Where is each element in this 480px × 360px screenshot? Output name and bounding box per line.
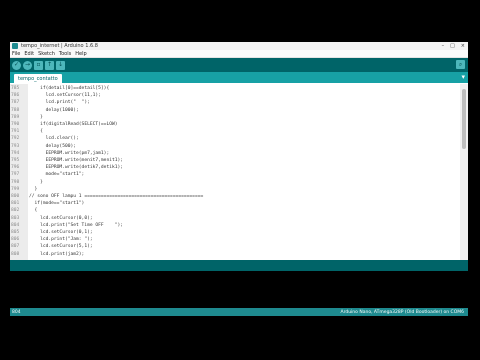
code-text[interactable]: } [29, 115, 43, 120]
code-text[interactable]: // sono OFF lampu 1 ====================… [29, 194, 203, 199]
status-board-port: Arduino Nano, ATmega328P (Old Bootloader… [340, 309, 465, 315]
scrollbar-thumb[interactable] [462, 89, 466, 149]
code-line[interactable]: 799 } [10, 187, 450, 194]
console-area [10, 260, 468, 271]
line-number: 807 [11, 244, 20, 250]
code-text[interactable]: lcd.setCursor(0,1); [29, 230, 93, 235]
code-line[interactable]: 795 EEPROM.write(menit7,menit1); [10, 158, 450, 165]
code-text[interactable]: if(detail[0]==detail[5]){ [29, 86, 109, 91]
code-line[interactable]: 802 { [10, 208, 450, 215]
code-line[interactable]: 798 } [10, 180, 450, 187]
upload-button[interactable]: → [23, 60, 32, 70]
maximize-icon[interactable]: □ [450, 43, 455, 49]
code-line[interactable]: 790 if(digitalRead(SELECT)==LOW) [10, 122, 450, 129]
code-line[interactable]: 808 lcd.print(jam2); [10, 252, 450, 259]
code-line[interactable]: 785 if(detail[0]==detail[5]){ [10, 86, 450, 93]
line-number: 788 [11, 107, 20, 113]
save-button[interactable]: ↓ [56, 60, 65, 70]
menu-tools[interactable]: Tools [59, 51, 71, 57]
new-button[interactable]: ▫ [34, 60, 43, 70]
line-number: 791 [11, 129, 20, 135]
code-line[interactable]: 788 delay(1000); [10, 108, 450, 115]
line-number: 797 [11, 172, 20, 178]
line-number: 795 [11, 158, 20, 163]
code-line[interactable]: 794 EEPROM.write(pm7,jam1); [10, 151, 450, 158]
code-line[interactable]: 800 // sono OFF lampu 1 =================… [10, 194, 450, 201]
editor-scrollbar[interactable] [460, 84, 468, 260]
line-number: 808 [11, 251, 20, 257]
code-text[interactable]: lcd.print("Set Time OFF "); [29, 223, 123, 228]
line-number: 804 [11, 222, 20, 228]
code-text[interactable]: if(digitalRead(SELECT)==LOW) [29, 122, 117, 127]
code-text[interactable]: lcd.print("Jam: "); [29, 237, 93, 242]
line-number: 787 [11, 100, 20, 106]
line-number: 790 [11, 122, 20, 127]
menu-bar: File Edit Sketch Tools Help [10, 50, 468, 58]
line-number: 786 [11, 93, 20, 99]
line-number: 803 [11, 215, 20, 221]
code-text[interactable]: } [29, 180, 43, 185]
code-editor[interactable]: 785 if(detail[0]==detail[5]){786 lcd.set… [10, 84, 468, 260]
line-number: 802 [11, 208, 20, 214]
code-line[interactable]: 797 mode="start1"; [10, 172, 450, 179]
menu-edit[interactable]: Edit [24, 51, 34, 57]
code-line[interactable]: 803 lcd.setCursor(0,0); [10, 216, 450, 223]
line-number: 793 [11, 143, 20, 149]
title-bar: tempo_internet | Arduino 1.6.8 – □ × [10, 42, 468, 50]
minimize-icon[interactable]: – [442, 43, 445, 49]
line-number: 794 [11, 150, 20, 156]
status-line-number: 804 [12, 309, 21, 315]
arduino-icon [12, 43, 18, 49]
line-number: 789 [11, 114, 20, 120]
open-button[interactable]: ↑ [45, 60, 54, 70]
code-text[interactable]: } [29, 187, 38, 192]
line-number: 806 [11, 237, 20, 243]
code-text[interactable]: delay(1000); [29, 108, 79, 113]
code-line[interactable]: 804 lcd.print("Set Time OFF "); [10, 223, 450, 230]
code-text[interactable]: lcd.setCursor(5,1); [29, 244, 93, 249]
code-line[interactable]: 793 delay(500); [10, 144, 450, 151]
line-number: 799 [11, 186, 20, 192]
code-text[interactable]: lcd.setCursor(0,0); [29, 216, 93, 221]
window-controls: – □ × [442, 43, 465, 49]
code-text[interactable]: EEPROM.write(pm7,jam1); [29, 151, 110, 156]
code-line[interactable]: 792 lcd.clear(); [10, 136, 450, 143]
line-number: 800 [11, 194, 20, 199]
code-text[interactable]: EEPROM.write(menit7,menit1); [29, 158, 123, 163]
code-text[interactable]: { [29, 129, 43, 134]
window-title: tempo_internet | Arduino 1.6.8 [21, 43, 98, 49]
serial-monitor-icon[interactable]: ⌕ [456, 60, 465, 69]
code-text[interactable]: mode="start1"; [29, 172, 85, 177]
line-number: 798 [11, 179, 20, 185]
ide-window: tempo_internet | Arduino 1.6.8 – □ × Fil… [10, 42, 468, 271]
line-number: 801 [11, 201, 20, 207]
code-text[interactable]: delay(500); [29, 144, 76, 149]
menu-sketch[interactable]: Sketch [38, 51, 55, 57]
menu-file[interactable]: File [12, 51, 20, 57]
code-text[interactable]: lcd.print(" "); [29, 100, 90, 105]
line-number: 805 [11, 230, 20, 235]
line-number: 792 [11, 136, 20, 142]
tab-bar: tempo_contatto ▾ [10, 72, 468, 83]
code-text[interactable]: if(mode=="start1") [29, 201, 85, 206]
close-icon[interactable]: × [461, 43, 465, 49]
code-line[interactable]: 787 lcd.print(" "); [10, 100, 450, 107]
code-line[interactable]: 801 if(mode=="start1") [10, 201, 450, 208]
code-line[interactable]: 807 lcd.setCursor(5,1); [10, 244, 450, 251]
code-text[interactable]: lcd.clear(); [29, 136, 79, 141]
verify-button[interactable]: ✓ [12, 60, 21, 70]
line-number: 785 [11, 86, 20, 91]
code-text[interactable]: { [29, 208, 38, 213]
code-text[interactable]: lcd.print(jam2); [29, 252, 84, 257]
tab-tempo-contatto[interactable]: tempo_contatto [14, 74, 62, 83]
code-line[interactable]: 805 lcd.setCursor(0,1); [10, 230, 450, 237]
toolbar: ✓ → ▫ ↑ ↓ ⌕ [10, 58, 468, 72]
menu-help[interactable]: Help [75, 51, 86, 57]
code-text[interactable]: EEPROM.write(detik7,detik1); [29, 165, 123, 170]
code-line[interactable]: 789 } [10, 115, 450, 122]
tab-menu-icon[interactable]: ▾ [461, 73, 465, 81]
code-text[interactable]: lcd.setCursor(11,1); [29, 93, 101, 98]
status-bar: 804 Arduino Nano, ATmega328P (Old Bootlo… [10, 308, 468, 316]
line-number: 796 [11, 165, 20, 171]
